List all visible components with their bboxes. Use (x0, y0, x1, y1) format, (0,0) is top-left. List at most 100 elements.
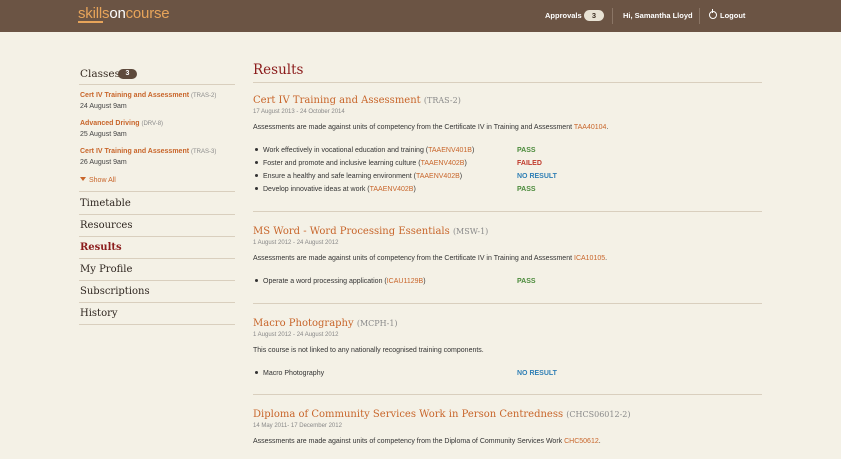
course-description: Assessments are made against units of co… (253, 438, 601, 445)
qualification-link[interactable]: CHC50612 (564, 438, 599, 445)
divider (253, 303, 762, 304)
class-code: (TRAS-3) (191, 149, 217, 155)
divider (253, 394, 762, 395)
class-item[interactable]: Cert IV Training and Assessment (TRAS-3)… (80, 148, 216, 166)
show-all-link[interactable]: Show All (80, 177, 116, 184)
unit-status: FAILED (517, 160, 542, 167)
bullet-icon (255, 371, 258, 374)
course-title-text[interactable]: Cert IV Training and Assessment (253, 95, 421, 106)
divider (79, 258, 235, 259)
description-text: Assessments are made against units of co… (253, 438, 565, 445)
nav-resources[interactable]: Resources (80, 220, 132, 231)
course-dates: 1 August 2012 - 24 August 2012 (253, 332, 339, 338)
header-divider (699, 8, 700, 24)
course-dates: 1 August 2012 - 24 August 2012 (253, 240, 339, 246)
caret-down-icon (80, 177, 86, 181)
class-title-link[interactable]: Cert IV Training and Assessment (80, 148, 189, 155)
course-title[interactable]: MS Word - Word Processing Essentials (MS… (253, 226, 488, 237)
unit-name: Ensure a healthy and safe learning envir… (263, 173, 416, 180)
classes-heading: Classes (80, 68, 121, 80)
unit-post: ) (423, 278, 426, 285)
unit-item: Macro Photography (253, 370, 324, 377)
bullet-icon (255, 161, 258, 164)
course-code: (MCPH-1) (356, 319, 398, 328)
description-end: . (598, 438, 601, 445)
course-title-text[interactable]: Diploma of Community Services Work in Pe… (253, 409, 563, 420)
class-date: 26 August 9am (80, 159, 127, 166)
course-description: This course is not linked to any nationa… (253, 347, 484, 354)
logo-part-course: course (125, 5, 170, 22)
class-item[interactable]: Cert IV Training and Assessment (TRAS-2)… (80, 92, 216, 110)
bullet-icon (255, 187, 258, 190)
class-code: (DRV-8) (141, 121, 164, 127)
unit-status: NO RESULT (517, 370, 557, 377)
unit-post: ) (413, 186, 416, 193)
unit-code-link[interactable]: TAAENV402B (421, 160, 465, 167)
logo-part-on: on (109, 5, 126, 22)
description-end: . (606, 124, 609, 131)
unit-item: Ensure a healthy and safe learning envir… (253, 173, 462, 180)
nav-timetable[interactable]: Timetable (80, 198, 131, 209)
approvals-count-badge: 3 (584, 10, 604, 21)
unit-item: Operate a word processing application (I… (253, 278, 426, 285)
course-title[interactable]: Diploma of Community Services Work in Pe… (253, 409, 630, 420)
course-code: (CHCS06012-2) (566, 410, 631, 419)
course-title-text[interactable]: Macro Photography (253, 318, 354, 329)
logo-part-skills: skills (78, 5, 110, 22)
bullet-icon (255, 279, 258, 282)
classes-count-badge: 3 (118, 69, 137, 79)
unit-name: Macro Photography (263, 370, 325, 377)
unit-code-link[interactable]: ICAU1129B (387, 278, 423, 285)
course-code: (MSW-1) (452, 227, 489, 236)
unit-post: ) (471, 147, 475, 154)
course-title[interactable]: Cert IV Training and Assessment (TRAS-2) (253, 95, 461, 106)
nav-my-profile[interactable]: My Profile (80, 264, 132, 275)
course-title-text[interactable]: MS Word - Word Processing Essentials (253, 226, 450, 237)
course-description: Assessments are made against units of co… (253, 124, 608, 131)
divider (79, 191, 235, 192)
page-title: Results (253, 62, 304, 78)
unit-name: Operate a word processing application ( (263, 278, 387, 285)
course-dates: 14 May 2011- 17 December 2012 (253, 423, 342, 429)
unit-name: Develop innovative ideas at work ( (263, 186, 370, 193)
header-divider (612, 8, 613, 24)
divider (79, 302, 235, 303)
approvals-link[interactable]: Approvals (545, 11, 582, 20)
divider (253, 211, 762, 212)
qualification-link[interactable]: ICA10105 (574, 255, 605, 262)
divider (79, 324, 235, 325)
unit-status: PASS (517, 278, 536, 285)
description-text: Assessments are made against units of co… (253, 124, 574, 131)
logout-button[interactable]: Logout (709, 9, 746, 20)
description-text: Assessments are made against units of co… (253, 255, 574, 262)
course-title[interactable]: Macro Photography (MCPH-1) (253, 318, 398, 329)
divider (253, 82, 762, 83)
nav-history[interactable]: History (80, 308, 118, 319)
divider (79, 84, 235, 85)
unit-name: Work effectively in vocational education… (263, 147, 429, 154)
unit-status: PASS (517, 186, 536, 193)
unit-code-link[interactable]: TAAENV402B (416, 173, 460, 180)
class-date: 24 August 9am (80, 103, 127, 110)
unit-post: ) (464, 160, 467, 167)
class-title-link[interactable]: Advanced Driving (80, 120, 140, 127)
description-end: . (605, 255, 608, 262)
nav-subscriptions[interactable]: Subscriptions (80, 286, 150, 297)
unit-item: Foster and promote and inclusive learnin… (253, 160, 467, 167)
course-description: Assessments are made against units of co… (253, 255, 607, 262)
unit-code-link[interactable]: TAAENV401B (428, 147, 472, 154)
logo[interactable]: skillsoncourse (78, 5, 170, 22)
class-title-link[interactable]: Cert IV Training and Assessment (80, 92, 189, 99)
bullet-icon (255, 174, 258, 177)
unit-name: Foster and promote and inclusive learnin… (263, 160, 421, 167)
nav-results[interactable]: Results (80, 242, 122, 253)
class-item[interactable]: Advanced Driving (DRV-8) 25 August 9am (80, 120, 163, 138)
unit-post: ) (459, 173, 463, 180)
user-greeting[interactable]: Hi, Samantha Lloyd (623, 11, 693, 20)
divider (79, 280, 235, 281)
unit-code-link[interactable]: TAAENV402B (370, 186, 414, 193)
qualification-link[interactable]: TAA40104 (574, 124, 607, 131)
power-icon (709, 9, 717, 19)
logout-label: Logout (720, 11, 746, 20)
unit-item: Work effectively in vocational education… (253, 147, 474, 154)
